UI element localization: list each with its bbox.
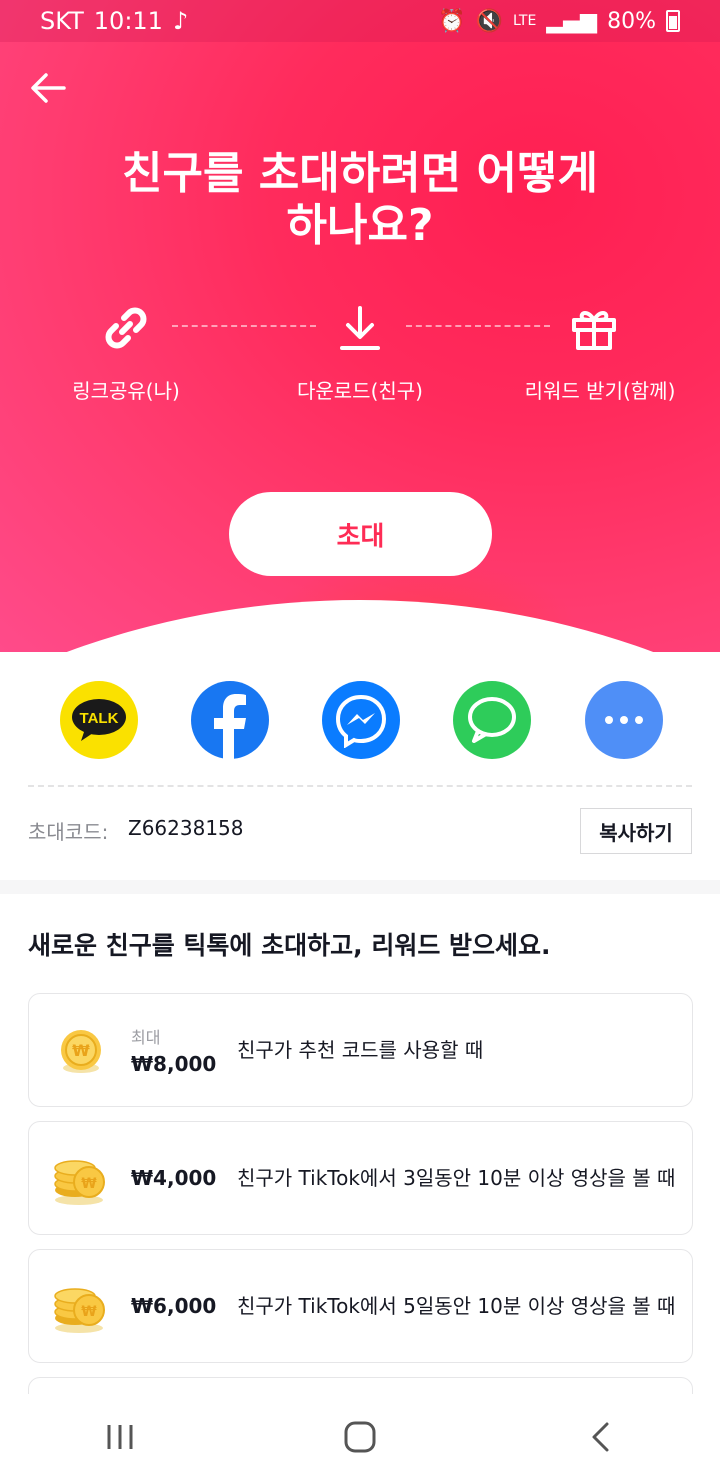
system-nav-bar [0, 1394, 720, 1480]
reward-card: ₩ ₩6,000 친구가 TikTok에서 5일동안 10분 이상 영상을 볼 … [28, 1249, 693, 1363]
alarm-icon: ⏰ [438, 8, 466, 34]
recent-apps-button[interactable] [80, 1407, 160, 1467]
kakaotalk-share-button[interactable]: TALK [60, 681, 138, 759]
svg-text:₩: ₩ [81, 1304, 97, 1320]
recent-apps-icon [107, 1425, 133, 1449]
svg-text:₩: ₩ [72, 1041, 90, 1060]
network-type: LTE [513, 13, 537, 29]
clock: 10:11 [93, 7, 163, 35]
home-icon [344, 1421, 376, 1453]
step-label-download: 다운로드(친구) [296, 379, 423, 403]
music-note-icon: ♪ [172, 7, 189, 35]
back-button[interactable] [26, 66, 70, 110]
invite-code-value: Z66238158 [128, 816, 244, 840]
coin-stack-icon: ₩ [54, 1160, 105, 1205]
chat-bubble-icon [468, 697, 516, 743]
reward-amount: ₩6,000 [131, 1294, 217, 1318]
back-nav-button[interactable] [560, 1407, 640, 1467]
more-share-button[interactable] [585, 681, 663, 759]
reward-amount: ₩4,000 [131, 1166, 217, 1190]
reward-description: 친구가 TikTok에서 5일동안 10분 이상 영상을 볼 때 [237, 1294, 676, 1318]
title-line-1: 친구를 초대하려면 어떻게 [122, 148, 598, 199]
invite-code-label: 초대코드: [28, 820, 109, 844]
invite-steps: 링크공유(나) 다운로드(친구) 리워드 받기(함께) [0, 296, 720, 446]
messenger-icon [335, 694, 387, 748]
messages-share-button[interactable] [453, 681, 531, 759]
step-label-share: 링크공유(나) [72, 379, 180, 403]
signal-icon: ▂▄▆ [546, 8, 598, 34]
section-separator [0, 880, 720, 894]
arrow-left-icon [31, 73, 66, 103]
reward-description: 친구가 TikTok에서 3일동안 10분 이상 영상을 볼 때 [237, 1166, 676, 1190]
carrier: SKT [40, 7, 84, 35]
coin-icon: ₩ [61, 1030, 101, 1073]
step-connector [406, 325, 550, 327]
home-button[interactable] [320, 1407, 400, 1467]
battery-icon [666, 10, 680, 32]
reward-card: ₩ ₩4,000 친구가 TikTok에서 3일동안 10분 이상 영상을 볼 … [28, 1121, 693, 1235]
facebook-icon [214, 694, 246, 759]
battery-percent: 80% [607, 8, 656, 34]
share-options: TALK [0, 681, 720, 759]
download-icon [328, 296, 392, 360]
rewards-title: 새로운 친구를 틱톡에 초대하고, 리워드 받으세요. [28, 931, 551, 960]
chevron-left-icon [592, 1422, 609, 1452]
link-icon [94, 296, 158, 360]
title-line-2: 하나요? [286, 200, 434, 251]
invite-code-row: 초대코드: Z66238158 복사하기 [28, 806, 692, 854]
copy-code-button[interactable]: 복사하기 [580, 808, 692, 854]
invite-button[interactable]: 초대 [229, 492, 492, 576]
reward-card: ₩ 최대 ₩8,000 친구가 추천 코드를 사용할 때 [28, 993, 693, 1107]
reward-description: 친구가 추천 코드를 사용할 때 [237, 1038, 484, 1062]
reward-amount: ₩8,000 [131, 1052, 217, 1076]
coin-stack-icon: ₩ [54, 1288, 105, 1333]
max-label: 최대 [131, 1028, 161, 1047]
kakao-talk-text: TALK [80, 710, 119, 727]
kakaotalk-icon: TALK [72, 699, 126, 741]
status-bar: SKT 10:11 ♪ ⏰ 🔇 LTE ▂▄▆ 80% [0, 0, 720, 42]
gift-icon [562, 296, 626, 360]
page-title: 친구를 초대하려면 어떻게 하나요? [60, 148, 660, 252]
hero-curve [0, 600, 720, 652]
divider [28, 785, 692, 787]
more-dots-icon [605, 716, 643, 724]
svg-text:₩: ₩ [81, 1176, 97, 1192]
mute-icon: 🔇 [475, 8, 504, 34]
facebook-share-button[interactable] [191, 681, 269, 759]
step-connector [172, 325, 316, 327]
messenger-share-button[interactable] [322, 681, 400, 759]
step-label-reward: 리워드 받기(함께) [524, 379, 676, 403]
